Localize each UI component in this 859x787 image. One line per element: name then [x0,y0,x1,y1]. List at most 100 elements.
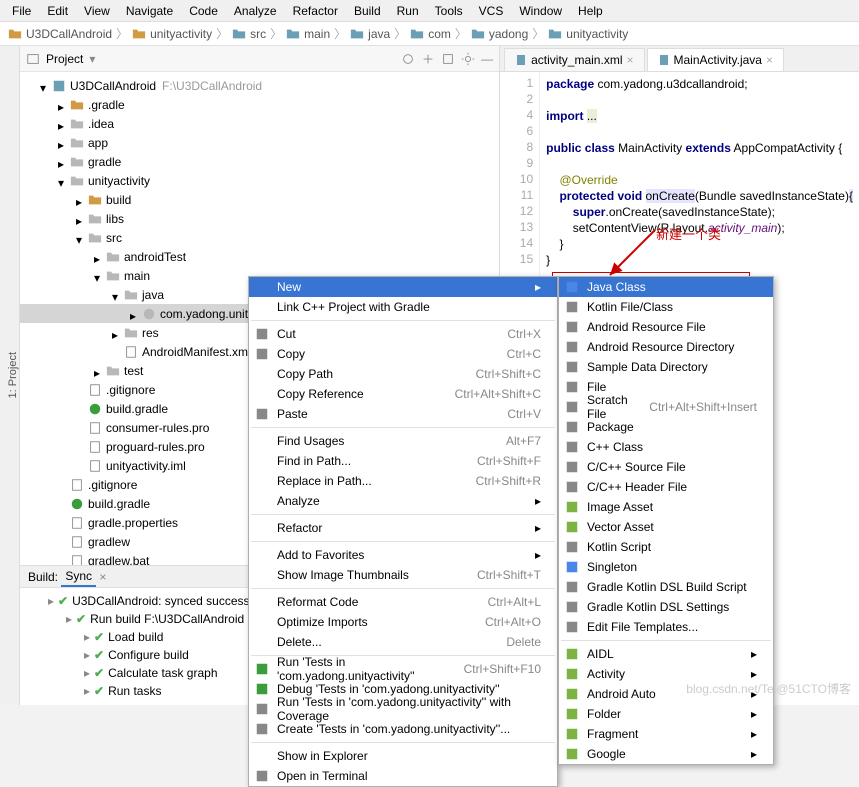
gear-icon[interactable] [461,52,475,66]
menu-item[interactable]: Image Asset [559,497,773,517]
menu-item[interactable]: Kotlin Script [559,537,773,557]
collapse-icon[interactable] [441,52,455,66]
editor-tab[interactable]: activity_main.xml× [504,48,644,71]
menu-view[interactable]: View [76,2,118,20]
menu-help[interactable]: Help [570,2,611,20]
breadcrumb-item[interactable]: main [286,27,330,41]
menu-item[interactable]: Reformat CodeCtrl+Alt+L [249,592,557,612]
chevron-icon[interactable]: ▸ [76,214,86,224]
menu-item[interactable]: Link C++ Project with Gradle [249,297,557,317]
close-icon[interactable]: × [766,53,773,67]
menu-item[interactable]: CutCtrl+X [249,324,557,344]
menu-item[interactable]: Java Class [559,277,773,297]
chevron-icon[interactable]: ▸ [76,195,86,205]
tree-row[interactable]: ▸androidTest [20,247,499,266]
menu-item[interactable]: Replace in Path...Ctrl+Shift+R [249,471,557,491]
chevron-icon[interactable]: ▸ [84,648,90,662]
menu-item[interactable]: Find UsagesAlt+F7 [249,431,557,451]
menu-item[interactable]: Kotlin File/Class [559,297,773,317]
tree-row[interactable]: ▸app [20,133,499,152]
tree-row[interactable]: ▸build [20,190,499,209]
chevron-icon[interactable]: ▾ [112,290,122,300]
menu-item[interactable]: Scratch FileCtrl+Alt+Shift+Insert [559,397,773,417]
chevron-icon[interactable]: ▾ [94,271,104,281]
breadcrumb-item[interactable]: unityactivity [132,27,212,41]
menu-item[interactable]: Package [559,417,773,437]
menu-item[interactable]: Copy PathCtrl+Shift+C [249,364,557,384]
menu-item[interactable]: Refactor▸ [249,518,557,538]
chevron-icon[interactable]: ▸ [48,594,54,608]
chevron-icon[interactable]: ▸ [84,630,90,644]
minimize-icon[interactable]: — [481,52,493,66]
breadcrumb-item[interactable]: src [232,27,266,41]
tree-row[interactable]: ▾src [20,228,499,247]
menu-item[interactable]: Run 'Tests in 'com.yadong.unityactivity'… [249,699,557,719]
menu-item[interactable]: Analyze▸ [249,491,557,511]
tree-row[interactable]: ▸libs [20,209,499,228]
menu-item[interactable]: Sample Data Directory [559,357,773,377]
menu-item[interactable]: Folder▸ [559,704,773,724]
menu-item[interactable]: New▸ [249,277,557,297]
chevron-icon[interactable]: ▾ [58,176,68,186]
breadcrumb-item[interactable]: yadong [471,27,528,41]
build-tab-close[interactable]: × [99,570,106,584]
menu-analyze[interactable]: Analyze [226,2,285,20]
editor-tab[interactable]: MainActivity.java× [647,48,785,71]
menu-item[interactable]: Copy ReferenceCtrl+Alt+Shift+C [249,384,557,404]
menu-item[interactable]: Android Resource Directory [559,337,773,357]
tree-row[interactable]: ▸.gradle [20,95,499,114]
menu-navigate[interactable]: Navigate [118,2,181,20]
menu-vcs[interactable]: VCS [471,2,512,20]
menu-refactor[interactable]: Refactor [285,2,346,20]
tree-row[interactable]: ▸gradle [20,152,499,171]
menu-item[interactable]: Gradle Kotlin DSL Settings [559,597,773,617]
expand-icon[interactable] [421,52,435,66]
chevron-icon[interactable]: ▸ [66,612,72,626]
menu-item[interactable]: PasteCtrl+V [249,404,557,424]
menu-item[interactable]: Show in Explorer [249,746,557,766]
chevron-icon[interactable]: ▸ [58,119,68,129]
build-tab-sync[interactable]: Sync [61,567,96,587]
tree-row[interactable]: ▸.idea [20,114,499,133]
menu-item[interactable]: Show Image ThumbnailsCtrl+Shift+T [249,565,557,585]
menu-item[interactable]: CopyCtrl+C [249,344,557,364]
chevron-icon[interactable]: ▸ [58,138,68,148]
tw-project[interactable]: 1: Project [7,352,19,398]
menu-item[interactable]: C/C++ Source File [559,457,773,477]
menu-item[interactable]: Edit File Templates... [559,617,773,637]
chevron-icon[interactable]: ▸ [84,666,90,680]
chevron-icon[interactable]: ▸ [94,252,104,262]
chevron-icon[interactable]: ▸ [130,309,140,319]
menu-build[interactable]: Build [346,2,389,20]
menu-item[interactable]: C/C++ Header File [559,477,773,497]
chevron-icon[interactable]: ▸ [84,684,90,698]
chevron-icon[interactable]: ▾ [76,233,86,243]
menu-item[interactable]: Google▸ [559,744,773,764]
close-icon[interactable]: × [626,53,633,67]
menu-item[interactable]: Run 'Tests in 'com.yadong.unityactivity'… [249,659,557,679]
menu-item[interactable]: Singleton [559,557,773,577]
tree-row[interactable]: ▾U3DCallAndroidF:\U3DCallAndroid [20,76,499,95]
menu-item[interactable]: Fragment▸ [559,724,773,744]
tree-row[interactable]: ▾unityactivity [20,171,499,190]
chevron-icon[interactable]: ▸ [112,328,122,338]
menu-item[interactable]: Find in Path...Ctrl+Shift+F [249,451,557,471]
menu-item[interactable]: C++ Class [559,437,773,457]
menu-item[interactable]: Create 'Tests in 'com.yadong.unityactivi… [249,719,557,739]
scroll-from-source-icon[interactable] [401,52,415,66]
menu-item[interactable]: Open in Terminal [249,766,557,786]
menu-item[interactable]: Delete...Delete [249,632,557,652]
menu-item[interactable]: Optimize ImportsCtrl+Alt+O [249,612,557,632]
menu-item[interactable]: Android Resource File [559,317,773,337]
menu-item[interactable]: Vector Asset [559,517,773,537]
menu-edit[interactable]: Edit [39,2,76,20]
menu-code[interactable]: Code [181,2,226,20]
breadcrumb-item[interactable]: java [350,27,390,41]
menu-item[interactable]: Add to Favorites▸ [249,545,557,565]
menu-run[interactable]: Run [389,2,427,20]
breadcrumb-item[interactable]: unityactivity [548,27,628,41]
breadcrumb-item[interactable]: com [410,27,451,41]
menu-item[interactable]: AIDL▸ [559,644,773,664]
breadcrumb-item[interactable]: U3DCallAndroid [8,27,112,41]
chevron-icon[interactable]: ▾ [40,81,50,91]
